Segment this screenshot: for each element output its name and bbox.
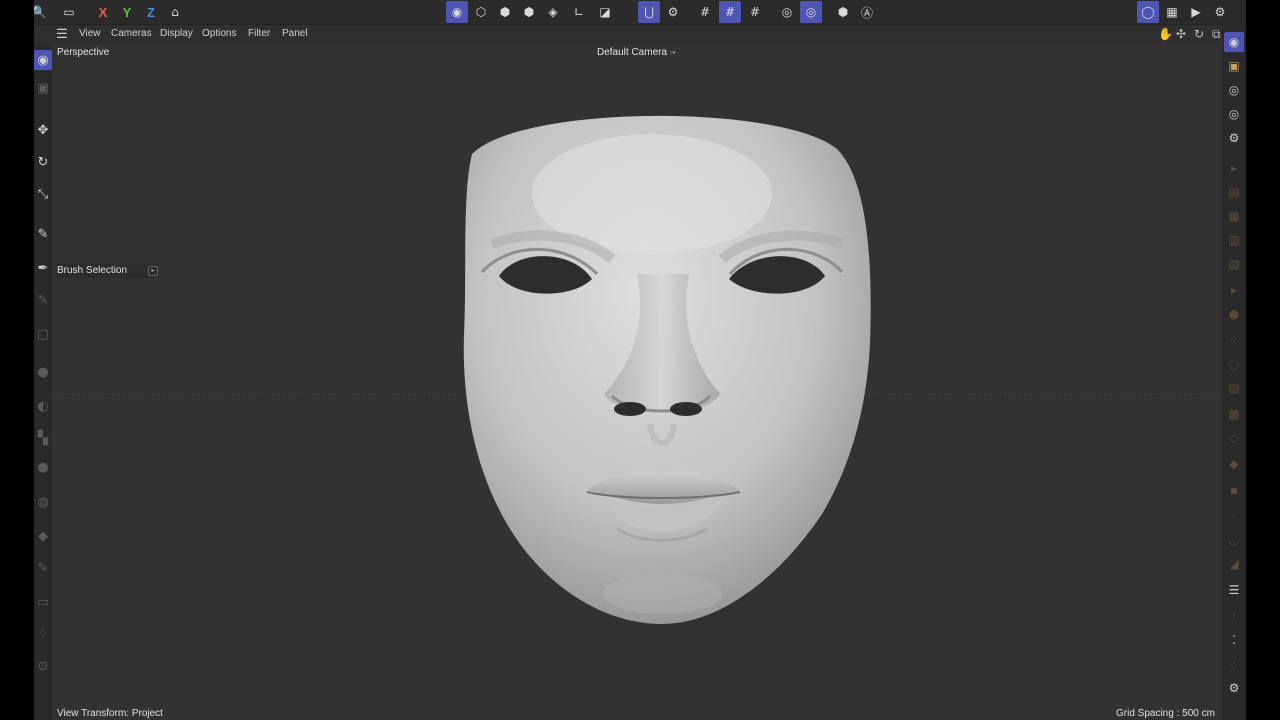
bake-icon[interactable]: ▸ — [1224, 280, 1244, 300]
right-letterbox — [1246, 0, 1280, 720]
menu-cameras[interactable]: Cameras — [111, 28, 152, 39]
snap-settings-icon[interactable]: ⚙ — [662, 1, 684, 23]
generator-icon[interactable]: ▚ — [34, 428, 52, 448]
left-nostril — [614, 402, 646, 416]
menu-filter[interactable]: Filter — [248, 28, 270, 39]
light-icon[interactable]: ◍ — [34, 492, 52, 512]
symmetry-icon[interactable]: ▨ — [1224, 378, 1244, 398]
polygons-mode-icon[interactable]: ◈ — [542, 1, 564, 23]
view-transform-label: View Transform: Project — [57, 708, 163, 719]
cloth-icon[interactable]: ◢ — [1224, 554, 1244, 574]
lock-x-axis[interactable]: X — [92, 1, 114, 23]
wire-icon[interactable]: ◌ — [1224, 354, 1244, 374]
perspective-viewport[interactable]: Perspective Default Camera ▫• Brush Sele… — [52, 44, 1222, 720]
mesh-check-icon[interactable]: ⁘ — [1224, 330, 1244, 350]
workplane-grid-icon[interactable]: # — [744, 1, 766, 23]
render-to-picture-viewer-icon[interactable]: ▶ — [1185, 1, 1207, 23]
maximize-view-icon[interactable]: ⧉ — [1212, 27, 1221, 42]
target-icon[interactable]: ◎ — [1224, 80, 1244, 100]
live-selection-icon[interactable]: ◉ — [34, 50, 52, 70]
points-mode-icon[interactable]: ⬢ — [494, 1, 516, 23]
uv-icon[interactable]: ▧ — [1224, 254, 1244, 274]
align-icon[interactable]: ☰ — [1224, 580, 1244, 600]
snap-right-icon[interactable]: ▸ — [1224, 158, 1244, 178]
paint-icon[interactable]: ▩ — [1224, 404, 1244, 424]
workplane-icon[interactable]: ◪ — [594, 1, 616, 23]
lock-z-axis[interactable]: Z — [140, 1, 162, 23]
floor-icon[interactable]: ▭ — [34, 592, 52, 612]
model-mode-icon[interactable]: ◉ — [446, 1, 468, 23]
viewport-menubar: ☰ View Cameras Display Options Filter Pa… — [52, 25, 1242, 44]
render-region-icon[interactable]: ◯ — [1137, 1, 1159, 23]
uv-mode-icon[interactable]: ∟ — [568, 1, 590, 23]
undo-icon[interactable]: ▭ — [58, 1, 80, 23]
settings-icon[interactable]: ⚙ — [1224, 128, 1244, 148]
brush-icon[interactable]: ✎ — [34, 224, 52, 244]
right-nostril — [670, 402, 702, 416]
tag-icon[interactable]: ✎ — [34, 558, 52, 578]
particles-icon[interactable]: ⁘ — [34, 624, 52, 644]
fur-icon[interactable]: ◡ — [1224, 530, 1244, 550]
pan-view-icon[interactable]: ✋ — [1158, 27, 1173, 41]
connect-icon[interactable]: ⁚ — [1224, 630, 1244, 650]
deformer-icon[interactable]: ⬢ — [34, 458, 52, 478]
scale-icon[interactable]: ⤡ — [34, 184, 52, 204]
left-letterbox — [0, 0, 34, 720]
box-selection-icon[interactable]: ▣ — [34, 78, 52, 98]
menu-options[interactable]: Options — [202, 28, 236, 39]
rotate-view-icon[interactable]: ↻ — [1194, 27, 1204, 41]
mograph-icon[interactable]: ⁘ — [1224, 656, 1244, 676]
solo-icon[interactable]: ◎ — [776, 1, 798, 23]
edges-mode-icon[interactable]: ⬢ — [518, 1, 540, 23]
texture-icon[interactable]: ▥ — [1224, 230, 1244, 250]
hair-icon[interactable]: ◦ — [1224, 506, 1244, 526]
left-toolbar: ◉ ▣ ✥ ↻ ⤡ ✎ ✒ ✎ ▢ ● ◐ ▚ ⬢ ◍ ◆ ✎ ▭ ⁘ ⊙ — [34, 44, 52, 720]
coordinate-system-icon[interactable]: ⌂ — [164, 1, 186, 23]
top-toolbar: 🔍 ▭ X Y Z ⌂ ◉ ⬡ ⬢ ⬢ ◈ ∟ ◪ ⋃ ⚙ # # # ◎ ◎ … — [34, 0, 1246, 25]
cube-icon[interactable]: ▢ — [34, 324, 52, 344]
stamp-icon[interactable]: ◆ — [1224, 454, 1244, 474]
sphere-icon[interactable]: ● — [34, 362, 52, 382]
preferences-icon[interactable]: ⚙ — [1224, 678, 1244, 698]
grid-spacing-label: Grid Spacing : 500 cm — [1116, 708, 1215, 719]
dolly-view-icon[interactable]: ✣ — [1176, 27, 1186, 41]
select-icon[interactable]: ▣ — [1224, 56, 1244, 76]
lock-y-axis[interactable]: Y — [116, 1, 138, 23]
move-icon[interactable]: ✥ — [34, 120, 52, 140]
object-mode-icon[interactable]: ⬡ — [470, 1, 492, 23]
object-manager-icon[interactable]: ◉ — [1224, 32, 1244, 52]
layer-icon[interactable]: ▤ — [1224, 182, 1244, 202]
scatter-icon[interactable]: ⁝ — [1224, 606, 1244, 626]
snap-icon[interactable]: ⋃ — [638, 1, 660, 23]
solo-hierarchy-icon[interactable]: ◎ — [800, 1, 822, 23]
sculpt-icon[interactable]: ● — [1224, 304, 1244, 324]
menu-panel[interactable]: Panel — [282, 28, 308, 39]
camera-icon[interactable]: ◆ — [34, 526, 52, 546]
quantize-icon[interactable]: # — [719, 1, 741, 23]
right-toolbar: ◉ ▣ ◎ ◎ ⚙ ▸ ▤ ▦ ▥ ▧ ▸ ● ⁘ ◌ ▨ ▩ ◇ ◆ ▪ ◦ … — [1222, 24, 1246, 720]
search-icon[interactable]: 🔍 — [34, 1, 50, 23]
hamburger-menu-icon[interactable]: ☰ — [56, 26, 68, 42]
menu-view[interactable]: View — [79, 28, 101, 39]
material-icon[interactable]: ▦ — [1224, 206, 1244, 226]
render-active-view-icon[interactable]: ▦ — [1161, 1, 1183, 23]
render-settings-icon[interactable]: ⚙ — [1209, 1, 1231, 23]
grid-icon[interactable]: # — [694, 1, 716, 23]
render-icon[interactable]: ⬢ — [832, 1, 854, 23]
sketch-icon[interactable]: ✎ — [34, 290, 52, 310]
pivot-icon[interactable]: ◎ — [1224, 104, 1244, 124]
pen-icon[interactable]: ✒ — [34, 258, 52, 278]
face-mask-model[interactable] — [52, 44, 1222, 720]
rotate-icon[interactable]: ↻ — [34, 152, 52, 172]
tag-right-icon[interactable]: ▪ — [1224, 480, 1244, 500]
spline-icon[interactable]: ◐ — [34, 396, 52, 416]
brush-right-icon[interactable]: ◇ — [1224, 428, 1244, 448]
render-view-icon[interactable]: Ⓐ — [856, 1, 878, 23]
cinema4d-window: 🔍 ▭ X Y Z ⌂ ◉ ⬡ ⬢ ⬢ ◈ ∟ ◪ ⋃ ⚙ # # # ◎ ◎ … — [34, 0, 1246, 720]
menu-display[interactable]: Display — [160, 28, 193, 39]
xref-icon[interactable]: ⊙ — [34, 656, 52, 676]
